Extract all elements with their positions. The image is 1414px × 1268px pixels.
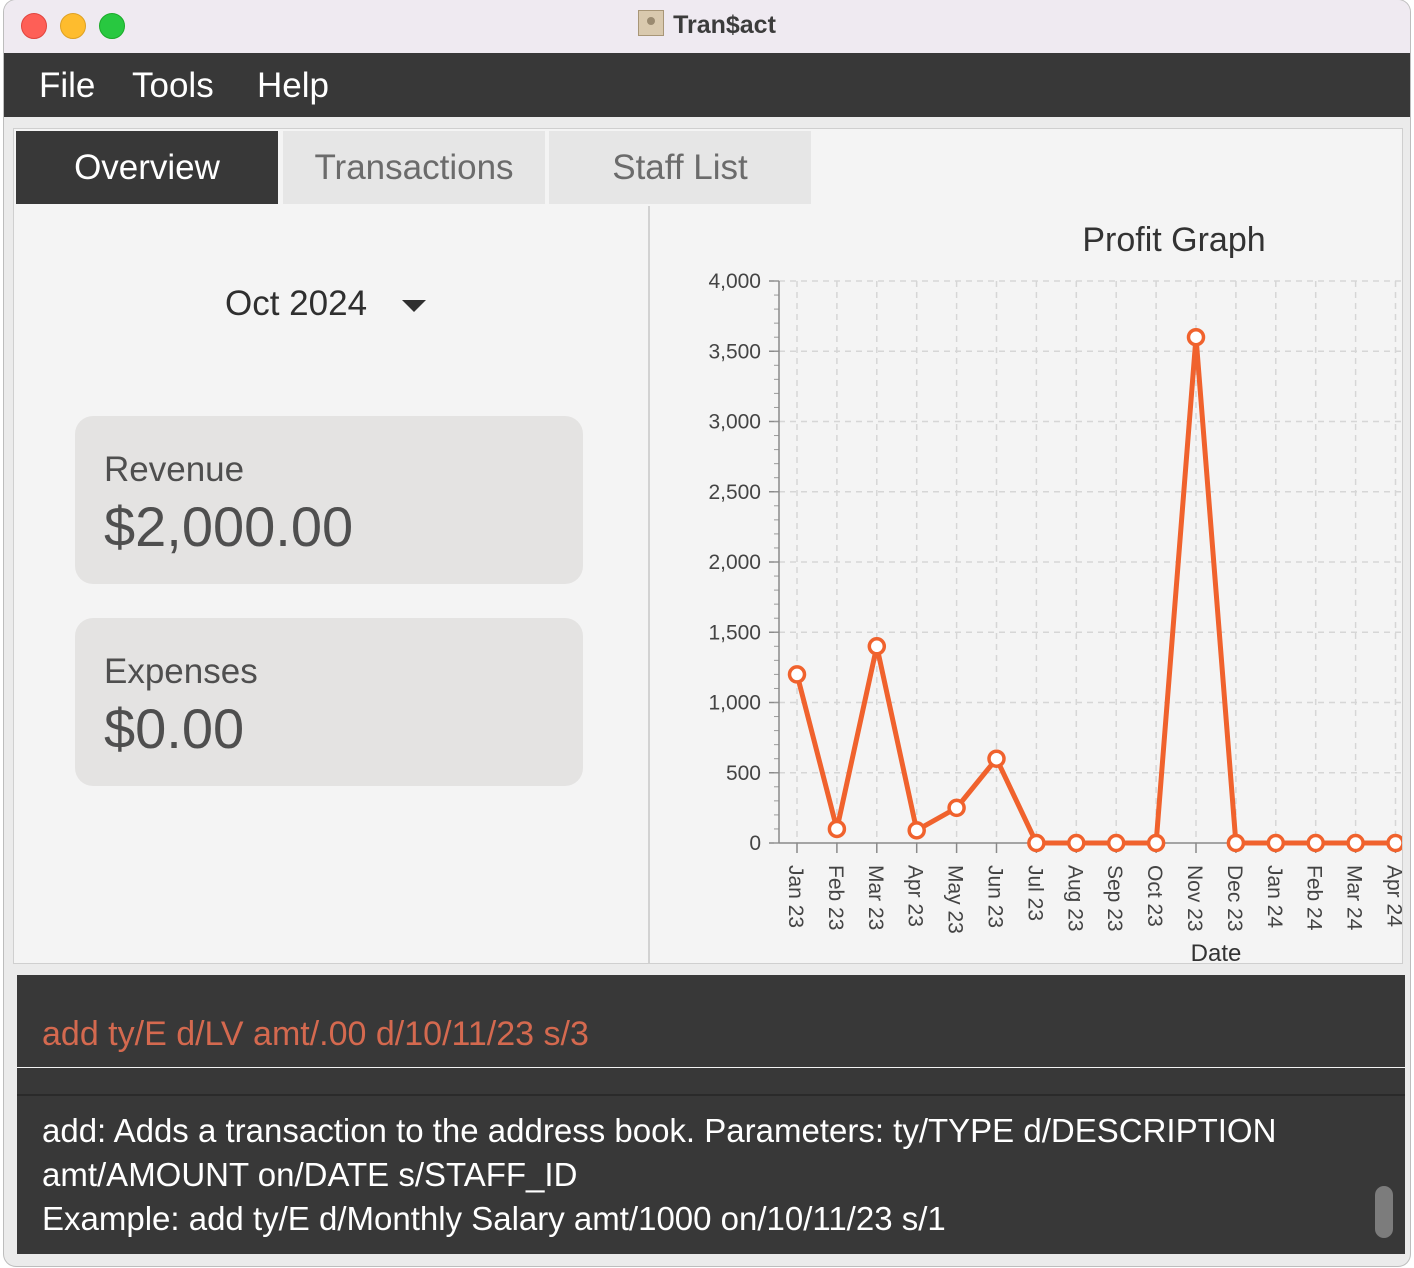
- x-tick-label: May 23: [944, 865, 967, 934]
- result-line: Example: add ty/E d/Monthly Salary amt/1…: [42, 1200, 946, 1237]
- tab-overview[interactable]: Overview: [16, 131, 278, 204]
- data-point: [1266, 833, 1286, 853]
- x-tick-label: Sep 23: [1103, 865, 1126, 932]
- expenses-card: Expenses $0.00: [75, 618, 583, 786]
- data-point: [1386, 833, 1402, 853]
- expenses-value: $0.00: [104, 697, 245, 760]
- data-point: [787, 665, 807, 684]
- data-point: [867, 637, 887, 656]
- y-tick-label: 2,000: [708, 551, 761, 574]
- chart-axes: 0 500 1,000 1,500 2,000 2,500 3,000 3,500 4,000 J…: [708, 270, 1402, 934]
- profit-line: [794, 334, 1396, 846]
- window-title: Tran$act: [4, 10, 1410, 40]
- x-tick-label: Apr 23: [904, 865, 927, 927]
- menu-help[interactable]: Help: [257, 66, 329, 106]
- data-point: [907, 821, 926, 840]
- month-select[interactable]: Oct 2024: [225, 284, 367, 324]
- x-tick-label: Nov 23: [1183, 865, 1206, 932]
- data-point: [1146, 833, 1166, 853]
- menu-bar: File Tools Help: [4, 53, 1410, 117]
- app-window: Tran$act File Tools Help Overview Transa…: [4, 0, 1410, 1266]
- data-point: [1346, 833, 1365, 853]
- window-title-text: Tran$act: [673, 11, 776, 39]
- command-input[interactable]: add ty/E d/LV amt/.00 d/10/11/23 s/3: [42, 1015, 589, 1054]
- title-bar: Tran$act: [4, 0, 1410, 53]
- x-tick-label: Mar 24: [1343, 865, 1366, 931]
- tab-content-panel: Overview Transactions Staff List Oct 202…: [13, 128, 1403, 964]
- chevron-down-icon[interactable]: [402, 300, 426, 312]
- data-point: [1027, 833, 1046, 853]
- x-axis-label: Date: [1191, 940, 1242, 963]
- result-display: add: Adds a transaction to the address b…: [17, 1094, 1405, 1254]
- chart-grid: [779, 280, 1402, 843]
- x-tick-label: Dec 23: [1223, 865, 1246, 932]
- result-spacer: [17, 1068, 1405, 1094]
- tab-transactions[interactable]: Transactions: [283, 131, 545, 204]
- data-point: [1067, 833, 1086, 853]
- result-line: amt/AMOUNT on/DATE s/STAFF_ID: [42, 1156, 578, 1193]
- data-point: [1306, 833, 1325, 853]
- revenue-label: Revenue: [104, 450, 245, 489]
- menu-tools[interactable]: Tools: [132, 66, 214, 106]
- command-box[interactable]: add ty/E d/LV amt/.00 d/10/11/23 s/3: [17, 975, 1405, 1069]
- expenses-label: Expenses: [104, 652, 258, 691]
- revenue-value: $2,000.00: [104, 495, 354, 558]
- x-tick-label: Mar 23: [864, 865, 887, 930]
- x-tick-label: Oct 23: [1143, 865, 1166, 927]
- y-tick-label: 2,500: [708, 481, 761, 504]
- x-tick-label: Apr 24: [1383, 865, 1403, 927]
- data-point: [1186, 327, 1206, 347]
- y-tick-label: 0: [749, 832, 761, 855]
- tab-staff-list[interactable]: Staff List: [549, 131, 811, 204]
- x-tick-label: Feb 24: [1303, 865, 1326, 931]
- y-tick-label: 1,000: [708, 692, 761, 715]
- y-tick-label: 1,500: [708, 621, 761, 644]
- y-tick-label: 3,000: [708, 411, 761, 434]
- result-line: add: Adds a transaction to the address b…: [42, 1112, 1277, 1149]
- data-point: [1106, 833, 1126, 853]
- y-tick-label: 500: [726, 762, 761, 785]
- result-scrollbar[interactable]: [1375, 1186, 1393, 1238]
- data-point: [827, 819, 847, 839]
- y-tick-label: 4,000: [708, 270, 761, 293]
- profit-chart: 0 500 1,000 1,500 2,000 2,500 3,000 3,500 4,000 J…: [708, 221, 1402, 963]
- menu-file[interactable]: File: [39, 66, 95, 106]
- data-point: [1226, 833, 1246, 853]
- data-point: [947, 798, 966, 818]
- app-icon: [638, 10, 665, 36]
- x-tick-label: Jul 23: [1023, 865, 1046, 921]
- x-tick-label: Jan 23: [784, 865, 807, 928]
- y-tick-label: 3,500: [708, 340, 761, 363]
- x-tick-label: Jan 24: [1263, 865, 1286, 928]
- chart-title: Profit Graph: [1082, 221, 1265, 259]
- x-tick-label: Feb 23: [824, 865, 847, 930]
- data-point: [987, 749, 1006, 768]
- revenue-card: Revenue $2,000.00: [75, 416, 583, 584]
- x-tick-label: Aug 23: [1063, 865, 1086, 932]
- x-tick-label: Jun 23: [984, 865, 1007, 928]
